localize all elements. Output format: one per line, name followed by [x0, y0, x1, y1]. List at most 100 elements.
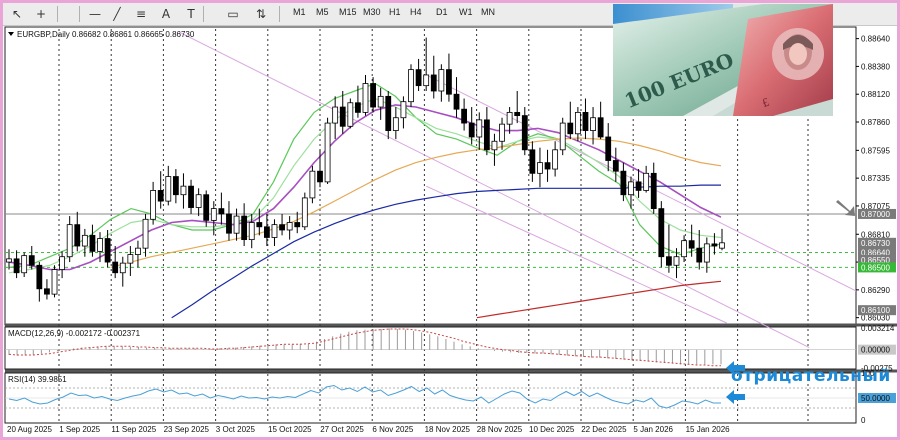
candle-body[interactable] [688, 240, 695, 249]
candle-body[interactable] [408, 69, 414, 103]
candle-body[interactable] [666, 256, 672, 266]
candle-body[interactable] [66, 224, 73, 258]
arrows-icon[interactable]: ⇅ [253, 6, 269, 22]
candle-body[interactable] [294, 222, 301, 228]
candle-body[interactable] [317, 170, 323, 183]
candle-body[interactable] [59, 256, 65, 270]
candle-body[interactable] [263, 226, 270, 238]
candle-body[interactable] [256, 222, 263, 228]
timeframe-d1[interactable]: D1 [436, 7, 448, 17]
candle-body[interactable] [127, 254, 134, 264]
candle-body[interactable] [81, 234, 88, 247]
hline-icon[interactable]: — [87, 6, 103, 22]
candle-body[interactable] [582, 111, 589, 131]
candle-body[interactable] [483, 119, 490, 151]
candle-body[interactable] [628, 181, 634, 196]
candle-body[interactable] [150, 190, 157, 220]
candle-body[interactable] [301, 197, 308, 228]
candle-body[interactable] [104, 238, 111, 263]
candle-body[interactable] [476, 119, 483, 138]
candle-body[interactable] [112, 261, 119, 274]
candle-body[interactable] [529, 149, 536, 174]
timeframe-m1[interactable]: M1 [293, 7, 306, 17]
candle-body[interactable] [97, 238, 103, 252]
candle-body[interactable] [400, 101, 407, 119]
candle-body[interactable] [172, 176, 179, 196]
candle-body[interactable] [21, 255, 28, 274]
candle-body[interactable] [681, 240, 687, 258]
candle-body[interactable] [210, 208, 217, 221]
candle-body[interactable] [446, 69, 452, 95]
candle-body[interactable] [415, 69, 422, 87]
cursor-icon[interactable]: ↖ [9, 6, 25, 22]
candle-body[interactable] [537, 162, 543, 174]
candle-body[interactable] [89, 234, 96, 252]
candle-body[interactable] [468, 122, 475, 138]
candle-body[interactable] [673, 256, 680, 266]
candle-body[interactable] [658, 208, 665, 258]
candle-body[interactable] [620, 170, 627, 196]
candle-body[interactable] [180, 185, 187, 196]
candle-body[interactable] [28, 255, 35, 266]
candle-body[interactable] [119, 262, 126, 274]
label-icon[interactable]: T [183, 6, 199, 22]
candle-body[interactable] [711, 243, 718, 247]
timeframe-m5[interactable]: M5 [316, 7, 329, 17]
timeframe-h4[interactable]: H4 [410, 7, 422, 17]
candle-body[interactable] [491, 140, 498, 151]
candle-body[interactable] [514, 111, 521, 116]
candle-body[interactable] [135, 247, 141, 255]
candle-body[interactable] [453, 93, 460, 110]
candle-body[interactable] [423, 74, 430, 87]
candle-body[interactable] [339, 106, 346, 127]
timeframe-h1[interactable]: H1 [389, 7, 401, 17]
candle-body[interactable] [696, 247, 703, 263]
candle-body[interactable] [544, 162, 551, 170]
candle-body[interactable] [355, 102, 361, 113]
candle-body[interactable] [203, 194, 210, 221]
candle-body[interactable] [590, 117, 596, 131]
text-icon[interactable]: A [158, 6, 174, 22]
candle-body[interactable] [377, 95, 384, 108]
crosshair-icon[interactable]: + [33, 6, 49, 22]
candle-body[interactable] [521, 115, 528, 151]
candle-body[interactable] [392, 117, 399, 131]
candle-body[interactable] [165, 176, 172, 202]
candle-body[interactable] [552, 149, 559, 170]
candle-body[interactable] [241, 215, 248, 241]
candle-body[interactable] [643, 172, 650, 191]
candle-body[interactable] [36, 264, 43, 290]
candle-body[interactable] [612, 160, 619, 172]
candle-body[interactable] [703, 243, 710, 263]
candle-body[interactable] [324, 122, 331, 183]
candle-body[interactable] [362, 83, 369, 113]
candle-body[interactable] [347, 102, 354, 127]
candle-body[interactable] [559, 122, 566, 151]
candle-body[interactable] [605, 136, 612, 161]
candle-body[interactable] [719, 242, 725, 249]
candle-body[interactable] [188, 185, 194, 208]
candle-body[interactable] [385, 95, 392, 131]
candle-body[interactable] [226, 213, 232, 234]
candle-body[interactable] [157, 190, 164, 202]
candle-body[interactable] [248, 222, 255, 241]
candle-body[interactable] [195, 194, 202, 208]
candle-body[interactable] [370, 83, 376, 108]
candle-body[interactable] [597, 117, 604, 138]
timeframe-mn[interactable]: MN [481, 7, 495, 17]
candle-body[interactable] [233, 215, 240, 234]
candle-body[interactable] [271, 224, 278, 238]
candle-body[interactable] [74, 224, 81, 247]
candle-body[interactable] [438, 69, 445, 92]
candle-body[interactable] [635, 181, 642, 191]
candle-body[interactable] [309, 170, 316, 199]
candle-body[interactable] [142, 218, 149, 249]
candle-body[interactable] [286, 222, 293, 231]
candle-body[interactable] [461, 108, 468, 124]
timeframe-m15[interactable]: M15 [339, 7, 357, 17]
candle-body[interactable] [6, 258, 12, 263]
candle-body[interactable] [332, 106, 339, 124]
candle-body[interactable] [44, 288, 50, 295]
candle-body[interactable] [567, 122, 574, 135]
trendline-icon[interactable]: ╱ [109, 6, 125, 22]
